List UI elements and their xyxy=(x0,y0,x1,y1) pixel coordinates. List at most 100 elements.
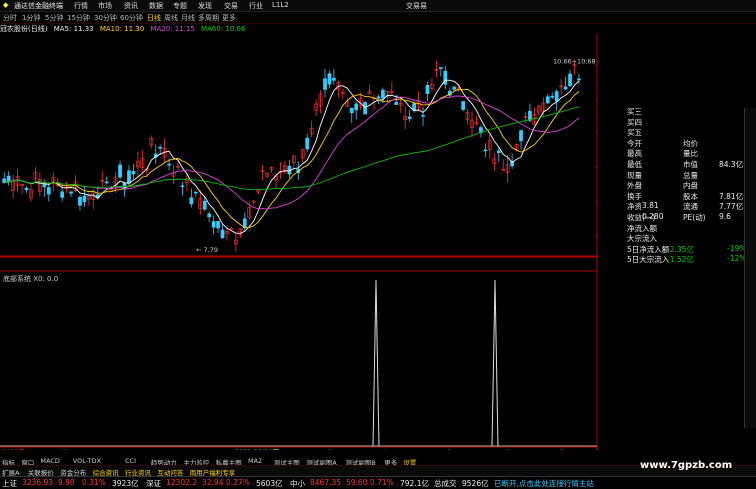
candle-body xyxy=(394,101,399,105)
status-bar: 上证 3236.93 9.98 0.31% 3923亿 深证 12302.2 32.94 0.2… xyxy=(0,476,756,488)
ma60-label: MA60: 10.66 xyxy=(201,25,246,33)
tab-monthly[interactable]: 月线 xyxy=(181,13,195,23)
candle-body xyxy=(354,103,359,111)
menu-item[interactable]: 发现 xyxy=(198,1,212,11)
quote-label: 最低 xyxy=(627,160,642,169)
candle-body xyxy=(104,181,109,184)
tab-more[interactable]: 更多 xyxy=(222,13,236,23)
index-volume: 792.1亿 xyxy=(400,479,429,488)
tab-30min[interactable]: 30分钟 xyxy=(94,13,117,23)
candle-body xyxy=(167,163,171,166)
menu-item[interactable]: 行情 xyxy=(74,1,88,11)
high-price-mark: 10.66~10.68 xyxy=(553,58,596,66)
quote-label: 外盘 xyxy=(627,181,642,191)
menu-item[interactable]: 交易 xyxy=(224,1,238,11)
index-pct: 0.31% xyxy=(82,478,106,487)
index-change: 9.98 xyxy=(58,478,75,487)
indicator-tab[interactable]: VOL-TDX xyxy=(73,457,101,465)
right-toolbar xyxy=(744,108,756,428)
quote-label-2: 量比 xyxy=(683,149,698,159)
connection-status: 已断开,点击此处连接行情主站 xyxy=(494,479,594,488)
ma20-line xyxy=(4,95,580,210)
index-volume: 3923亿 xyxy=(112,479,139,488)
tab-weekly[interactable]: 周线 xyxy=(164,13,178,23)
ma5-line xyxy=(4,79,580,234)
quote-label: 5日大宗流入 xyxy=(627,255,670,265)
candle-body xyxy=(220,229,225,239)
menu-item[interactable]: 专题 xyxy=(173,1,187,11)
date-axis-label: 4 xyxy=(383,448,387,450)
candle-body xyxy=(563,86,568,90)
menu-item[interactable]: 行业 xyxy=(249,1,263,11)
candle-body xyxy=(545,96,550,104)
candle-body xyxy=(46,187,51,195)
indicator-tab[interactable]: CCI xyxy=(125,457,136,465)
quote-label-2: 股本 xyxy=(683,191,698,201)
candle-body xyxy=(381,89,385,99)
app-title: 通达信金融终端 xyxy=(14,2,63,10)
candle-body xyxy=(407,116,412,120)
candle-body xyxy=(519,130,523,142)
quote-label: 买五 xyxy=(627,128,642,138)
quote-label-2: 总量 xyxy=(683,170,698,180)
tab-fenshi[interactable]: 分时 xyxy=(3,13,17,23)
menu-item[interactable]: 资讯 xyxy=(124,1,138,11)
candle-body xyxy=(6,175,11,182)
quote-value-2: 84.3亿 xyxy=(719,160,744,169)
quote-label: 5日净流入额 xyxy=(627,244,670,254)
trade-link[interactable]: 交易易 xyxy=(406,1,427,11)
quote-value-2: 9.6 xyxy=(719,212,731,221)
menu-item[interactable]: 市场 xyxy=(98,1,112,11)
period-tabs: 分时 1分钟 5分钟 15分钟 30分钟 60分钟 日线 周线 月线 多周期 更… xyxy=(0,12,756,24)
date-axis-label: 7 xyxy=(560,448,564,450)
quote-value: -2.35亿 xyxy=(667,244,694,254)
index-change: 59.60 xyxy=(346,478,368,487)
candle-body xyxy=(554,91,559,102)
menu-item[interactable]: 数据 xyxy=(149,1,163,11)
quote-label-2: 内盘 xyxy=(683,181,698,191)
tab-15min[interactable]: 15分钟 xyxy=(67,13,90,23)
tab-1min[interactable]: 1分钟 xyxy=(22,13,40,23)
quote-panel: 买三 买四 买五 今开 均价 最高 量比 最低 市值 84.3亿 现量 总量 外盘 内盘 换手 股本 7.81亿… xyxy=(597,106,756,266)
total-turnover-label: 总成交 xyxy=(434,479,457,488)
tab-daily[interactable]: 日线 xyxy=(147,13,161,23)
candle-body xyxy=(82,195,87,202)
candle-body xyxy=(425,84,430,95)
candle-body xyxy=(421,114,425,117)
date-axis-label: 2021年 xyxy=(2,447,26,450)
quote-label: 大宗流入 xyxy=(627,234,657,244)
candle-body xyxy=(211,221,216,228)
tab-60min[interactable]: 60分钟 xyxy=(120,13,143,23)
quote-label: 今开 xyxy=(627,138,642,148)
indicator-tab[interactable]: MACD xyxy=(40,457,59,465)
candle-body xyxy=(202,200,207,210)
low-price-mark: ← 7.79 xyxy=(196,246,218,254)
tab-multi-period[interactable]: 多周期 xyxy=(198,13,219,23)
menu-bar: ◆ 通达信金融终端 行情 市场 资讯 数据 专题 发现 交易 行业 L1L2 交… xyxy=(0,0,756,12)
candle-body xyxy=(550,96,555,98)
quote-label-2: 流通 xyxy=(683,202,698,212)
quote-label: 买四 xyxy=(627,117,642,127)
tab-5min[interactable]: 5分钟 xyxy=(45,13,63,23)
ma-info-line: 冠农股份(日线) MA5: 11.33 MA10: 11.30 MA20: 11… xyxy=(0,24,249,34)
ma10-line xyxy=(4,88,580,229)
candle-body xyxy=(332,77,336,81)
candle-body xyxy=(78,196,82,206)
ma5-label: MA5: 11.33 xyxy=(53,25,94,33)
candle-body xyxy=(127,170,131,184)
kline-chart[interactable]: 底部系统 X0: 0.01.000.760.500.250.002021年122… xyxy=(0,34,602,450)
index-name: 深证 xyxy=(146,479,161,488)
candle-body xyxy=(452,86,457,90)
stock-title: 冠农股份(日线) xyxy=(0,25,48,33)
candle-body xyxy=(438,67,443,69)
quote-label-2: 均价 xyxy=(683,138,698,148)
indicator-tab[interactable]: MA2 xyxy=(248,457,262,465)
date-axis-label: 12 xyxy=(60,448,68,450)
quote-label: 换手 xyxy=(627,191,642,201)
quote-label: 最高 xyxy=(627,149,642,159)
index-pct: 0.27% xyxy=(226,478,250,487)
menu-item[interactable]: L1L2 xyxy=(272,1,289,9)
candle-body xyxy=(118,164,122,178)
date-axis-label: 2022/02/24四 xyxy=(235,448,279,450)
index-name: 中小 xyxy=(290,479,305,488)
